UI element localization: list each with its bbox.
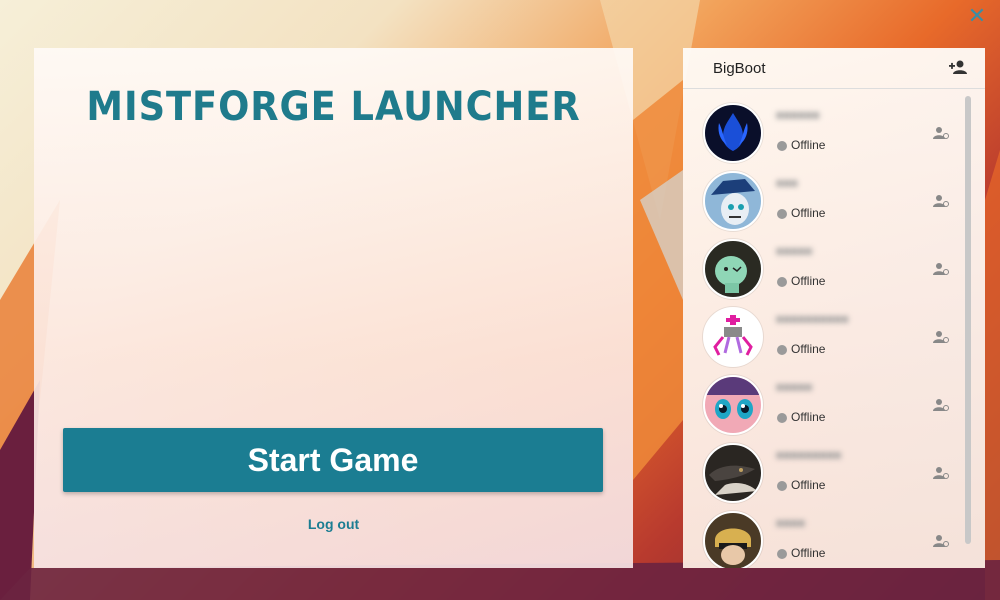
status-dot	[777, 549, 787, 559]
friend-options-icon[interactable]	[933, 534, 949, 548]
friend-name-blurred: ■■■■	[776, 516, 805, 528]
status-dot	[777, 481, 787, 491]
status-dot	[777, 277, 787, 287]
friend-options-icon[interactable]	[933, 194, 949, 208]
launcher-logo: MISTFORGE LAUNCHER	[86, 84, 581, 130]
friend-list: ■■■■■■ Offline ■■■ Offline ■■■■■ Offline…	[683, 88, 985, 568]
friend-item[interactable]: ■■■ Offline	[683, 168, 955, 236]
status-dot	[777, 141, 787, 151]
friend-name-blurred: ■■■■■	[776, 380, 813, 392]
anime-eyes-avatar	[703, 375, 763, 435]
username: BigBoot	[713, 60, 766, 77]
friend-item[interactable]: ■■■■ Offline	[683, 508, 955, 568]
status-text: Offline	[791, 342, 826, 356]
close-button[interactable]: ✕	[966, 6, 988, 28]
friend-item[interactable]: ■■■■■■■■■ Offline	[683, 440, 955, 508]
friend-options-icon[interactable]	[933, 262, 949, 276]
friend-options-icon[interactable]	[933, 330, 949, 344]
friend-list-scrollbar[interactable]	[965, 96, 971, 544]
friend-name-blurred: ■■■■■■■■■	[776, 448, 842, 460]
friend-name-blurred: ■■■	[776, 176, 798, 188]
status-text: Offline	[791, 274, 826, 288]
friend-item[interactable]: ■■■■■■■■■■ Offline	[683, 304, 955, 372]
status-text: Offline	[791, 478, 826, 492]
friend-options-icon[interactable]	[933, 398, 949, 412]
launcher-panel: MISTFORGE LAUNCHER Start Game Log out	[34, 48, 633, 568]
friend-name-blurred: ■■■■■■	[776, 108, 820, 120]
friend-item[interactable]: ■■■■■ Offline	[683, 372, 955, 440]
blue-flame-avatar	[703, 103, 763, 163]
friend-name-blurred: ■■■■■■■■■■	[776, 312, 849, 324]
friend-item[interactable]: ■■■■■■ Offline	[683, 100, 955, 168]
friend-name-blurred: ■■■■■	[776, 244, 813, 256]
friends-panel: BigBoot ■■■■■■ Offline ■■■ Offline ■■■■■…	[683, 48, 985, 568]
friend-item[interactable]: ■■■■■ Offline	[683, 236, 955, 304]
status-text: Offline	[791, 410, 826, 424]
start-game-button[interactable]: Start Game	[63, 428, 603, 492]
friend-options-icon[interactable]	[933, 126, 949, 140]
status-dot	[777, 413, 787, 423]
status-dot	[777, 345, 787, 355]
status-text: Offline	[791, 138, 826, 152]
status-dot	[777, 209, 787, 219]
add-friend-icon[interactable]	[949, 59, 967, 75]
dragon-avatar	[703, 443, 763, 503]
status-text: Offline	[791, 546, 826, 560]
logout-link[interactable]: Log out	[34, 516, 633, 532]
friends-header: BigBoot	[683, 48, 985, 89]
status-text: Offline	[791, 206, 826, 220]
pixel-robot-avatar	[703, 307, 763, 367]
costume-character-avatar	[703, 511, 763, 568]
plush-toy-avatar	[703, 239, 763, 299]
hat-character-avatar	[703, 171, 763, 231]
friend-options-icon[interactable]	[933, 466, 949, 480]
